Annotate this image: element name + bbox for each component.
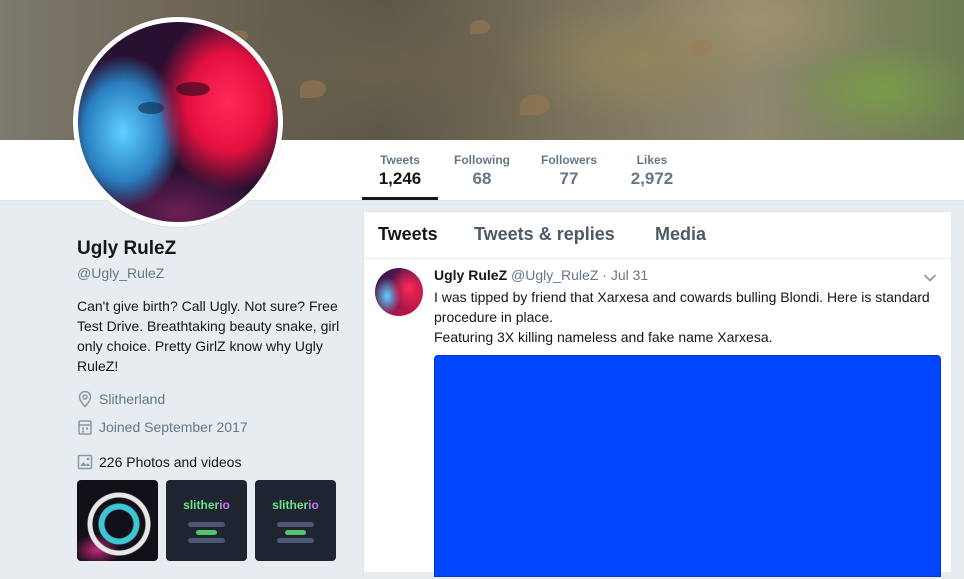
tweet-header: Ugly RuleZ @Ugly_RuleZ · Jul 31 bbox=[434, 267, 648, 283]
tweet[interactable]: Ugly RuleZ @Ugly_RuleZ · Jul 31 I was ti… bbox=[364, 259, 951, 579]
thumb-input-bar bbox=[277, 522, 314, 527]
stat-followers[interactable]: Followers 77 bbox=[534, 140, 604, 200]
media-count: 226 Photos and videos bbox=[99, 454, 242, 470]
image-icon bbox=[77, 454, 93, 470]
photos-videos-link[interactable]: 226 Photos and videos bbox=[77, 454, 241, 470]
timeline: Tweets Tweets & replies Media Ugly RuleZ… bbox=[363, 211, 952, 577]
tweet-media[interactable] bbox=[434, 355, 941, 577]
slither-io-thumbnail[interactable]: slitherio bbox=[166, 480, 247, 561]
profile-joined: Joined September 2017 bbox=[77, 418, 248, 436]
stat-likes[interactable]: Likes 2,972 bbox=[616, 140, 688, 200]
avatar-detail bbox=[138, 102, 164, 114]
banner-leaf bbox=[520, 95, 550, 115]
stat-tweets[interactable]: Tweets 1,246 bbox=[362, 140, 438, 200]
profile-handle[interactable]: @Ugly_RuleZ bbox=[77, 265, 164, 281]
avatar-image bbox=[78, 22, 278, 222]
chevron-down-icon[interactable] bbox=[923, 270, 937, 288]
location-text: Slitherland bbox=[99, 391, 166, 407]
thumb-input-bar bbox=[188, 522, 225, 527]
tweet-author-handle[interactable]: @Ugly_RuleZ bbox=[511, 267, 598, 283]
tweet-text: I was tipped by friend that Xarxesa and … bbox=[434, 287, 944, 347]
stat-label: Following bbox=[454, 153, 510, 167]
stat-label: Likes bbox=[636, 153, 668, 167]
timeline-tabs: Tweets Tweets & replies Media bbox=[364, 212, 951, 259]
thumb-input-bar bbox=[277, 538, 314, 543]
joined-text: Joined September 2017 bbox=[99, 419, 248, 435]
tweet-text-line: Featuring 3X killing nameless and fake n… bbox=[434, 329, 773, 345]
stat-value: 68 bbox=[472, 169, 492, 188]
slither-logo: slitherio bbox=[183, 498, 230, 512]
slither-io-thumbnail[interactable]: slitherio bbox=[255, 480, 336, 561]
location-pin-icon bbox=[78, 390, 92, 408]
thumb-play-bar bbox=[285, 530, 306, 535]
tab-tweets[interactable]: Tweets bbox=[378, 224, 438, 245]
stat-value: 2,972 bbox=[630, 169, 674, 188]
tweet-date[interactable]: Jul 31 bbox=[611, 267, 648, 283]
stat-label: Followers bbox=[540, 153, 597, 167]
banner-leaf bbox=[300, 80, 326, 98]
profile-avatar[interactable] bbox=[73, 17, 283, 227]
avatar-detail bbox=[176, 82, 210, 96]
thumb-play-bar bbox=[196, 530, 217, 535]
tweet-text-line: I was tipped by friend that Xarxesa and … bbox=[434, 289, 930, 325]
banner-leaf bbox=[470, 20, 490, 34]
stat-following[interactable]: Following 68 bbox=[447, 140, 517, 200]
banner-leaf bbox=[690, 40, 712, 56]
tab-media[interactable]: Media bbox=[655, 224, 706, 245]
calendar-icon bbox=[78, 420, 92, 435]
profile-name[interactable]: Ugly RuleZ bbox=[77, 238, 176, 260]
profile-bio: Can't give birth? Call Ugly. Not sure? F… bbox=[77, 298, 340, 374]
tweet-avatar[interactable] bbox=[375, 268, 423, 316]
stat-value: 1,246 bbox=[378, 169, 422, 188]
snake-art-thumbnail[interactable] bbox=[77, 480, 158, 561]
tweet-separator: · bbox=[602, 267, 607, 283]
thumb-input-bar bbox=[188, 538, 225, 543]
tab-tweets-replies[interactable]: Tweets & replies bbox=[474, 224, 615, 245]
slither-logo: slitherio bbox=[272, 498, 319, 512]
tweet-author-name[interactable]: Ugly RuleZ bbox=[434, 267, 507, 283]
profile-location: Slitherland bbox=[77, 390, 165, 408]
stat-value: 77 bbox=[559, 169, 579, 188]
stat-label: Tweets bbox=[380, 153, 420, 167]
